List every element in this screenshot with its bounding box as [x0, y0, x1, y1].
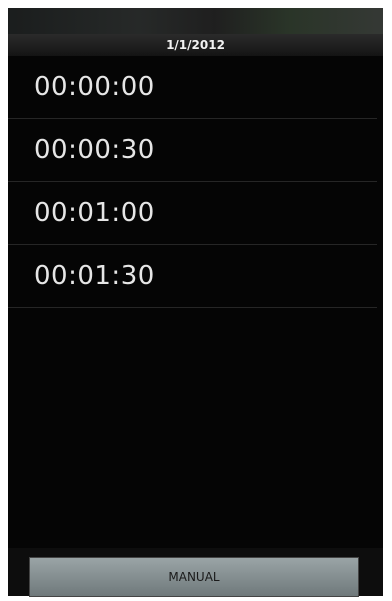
status-bar [8, 8, 383, 34]
time-label: 00:00:00 [34, 72, 155, 102]
list-item-time-3[interactable]: 00:01:00 [8, 182, 377, 245]
list-item-time-2[interactable]: 00:00:30 [8, 119, 377, 182]
app-screen: 1/1/2012 00:00:00 00:00:30 00:01:00 00:0… [8, 8, 383, 596]
time-label: 00:00:30 [34, 135, 155, 165]
time-list: 00:00:00 00:00:30 00:01:00 00:01:30 [8, 56, 383, 308]
list-item-time-4[interactable]: 00:01:30 [8, 245, 377, 308]
manual-button[interactable]: MANUAL [29, 557, 359, 597]
time-label: 00:01:30 [34, 261, 155, 291]
time-label: 00:01:00 [34, 198, 155, 228]
list-item-time-1[interactable]: 00:00:00 [8, 56, 377, 119]
date-title: 1/1/2012 [8, 34, 383, 56]
